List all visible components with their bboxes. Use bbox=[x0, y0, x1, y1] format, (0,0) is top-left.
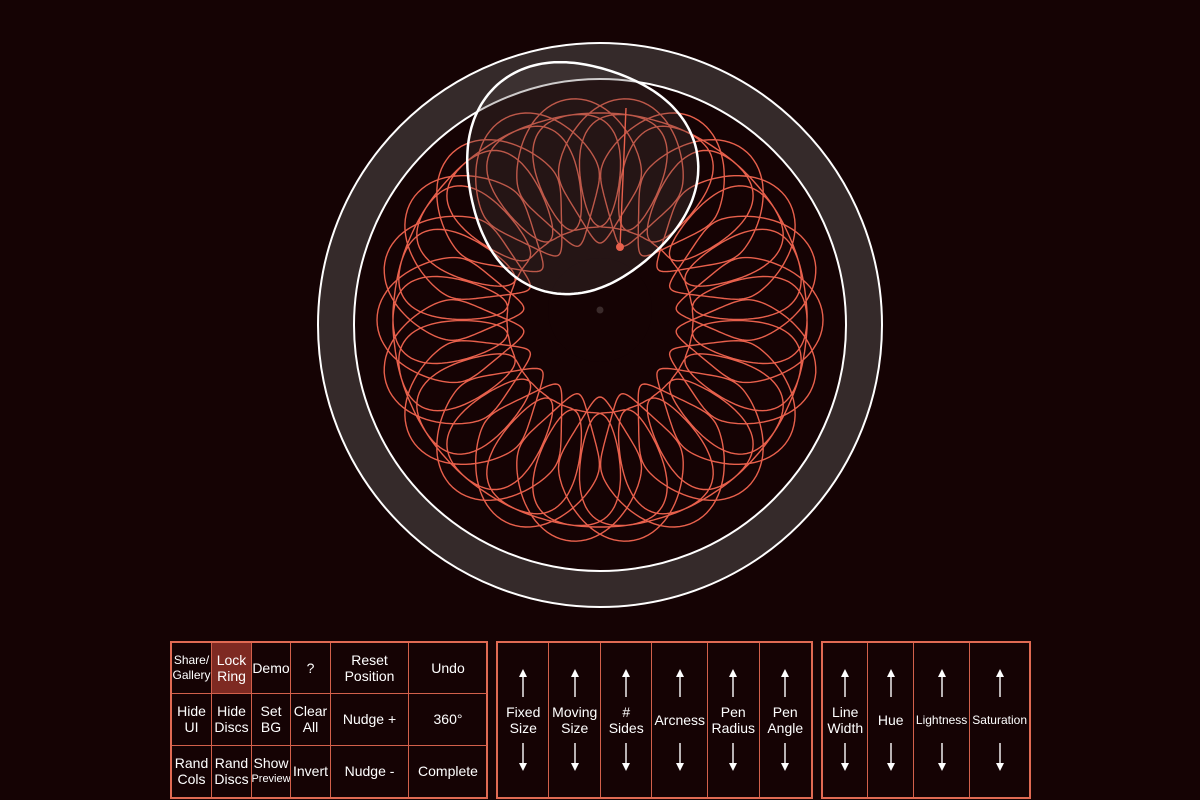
clear-all-button[interactable]: Clear All bbox=[291, 694, 331, 746]
arrow-up-icon bbox=[781, 669, 790, 697]
demo-button[interactable]: Demo bbox=[252, 643, 291, 695]
arrow-up-icon bbox=[841, 669, 850, 697]
arrow-up-icon bbox=[995, 669, 1004, 697]
arrow-up-icon bbox=[937, 669, 946, 697]
pen-angle-label: Pen Angle bbox=[767, 704, 804, 736]
show-preview-button-label: Show bbox=[253, 755, 289, 772]
shape-sliders-panel: Fixed Size Moving Size # Sides Arcness Pen R… bbox=[496, 641, 813, 799]
pen-point[interactable] bbox=[616, 243, 624, 251]
action-buttons-panel: Share/ Gallery Lock Ring Demo? Reset Positi… bbox=[170, 641, 488, 799]
arrow-up-icon bbox=[729, 669, 738, 697]
pen-radius-slider[interactable]: Pen Radius bbox=[708, 643, 760, 797]
arrow-down-icon bbox=[622, 743, 631, 771]
fixed-size-slider[interactable]: Fixed Size bbox=[498, 643, 550, 797]
style-sliders-panel: Line Width Hue Lightness Saturation bbox=[821, 641, 1031, 799]
rand-discs-button[interactable]: Rand Discs bbox=[212, 745, 252, 797]
nudge-minus-button[interactable]: Nudge - bbox=[331, 745, 409, 797]
hue-label: Hue bbox=[877, 712, 904, 728]
arrow-down-icon bbox=[886, 743, 895, 771]
complete-button[interactable]: Complete bbox=[409, 746, 487, 797]
saturation-label: Saturation bbox=[972, 713, 1027, 727]
arrow-up-icon bbox=[886, 669, 895, 697]
lock-ring-button[interactable]: Lock Ring bbox=[212, 643, 252, 695]
hide-ui-button[interactable]: Hide UI bbox=[172, 694, 212, 746]
share-gallery-button[interactable]: Share/ Gallery bbox=[172, 643, 212, 695]
moving-size-label: Moving Size bbox=[552, 704, 598, 736]
reset-position-button[interactable]: Reset Position bbox=[331, 643, 409, 695]
arrow-up-icon bbox=[675, 669, 684, 697]
arrow-down-icon bbox=[937, 743, 946, 771]
line-width-label: Line Width bbox=[827, 704, 864, 736]
show-preview-button[interactable]: Show Preview bbox=[252, 745, 291, 797]
rand-cols-button[interactable]: Rand Cols bbox=[172, 745, 212, 797]
lightness-slider[interactable]: Lightness bbox=[914, 643, 971, 797]
arrow-down-icon bbox=[995, 743, 1004, 771]
line-width-slider[interactable]: Line Width bbox=[823, 643, 869, 797]
canvas-svg[interactable] bbox=[0, 0, 1200, 640]
saturation-slider[interactable]: Saturation bbox=[970, 643, 1029, 797]
arcness-label: Arcness bbox=[654, 712, 706, 728]
arrow-down-icon bbox=[781, 743, 790, 771]
rotate-360-button[interactable]: 360° bbox=[409, 694, 487, 746]
arrow-down-icon bbox=[841, 743, 850, 771]
arrow-down-icon bbox=[570, 743, 579, 771]
sides-slider[interactable]: # Sides bbox=[601, 643, 653, 797]
invert-button[interactable]: Invert bbox=[291, 745, 331, 797]
sides-label: # Sides bbox=[608, 704, 644, 736]
undo-button[interactable]: Undo bbox=[409, 643, 487, 695]
set-bg-button[interactable]: Set BG bbox=[252, 694, 291, 746]
arrow-up-icon bbox=[519, 669, 528, 697]
hide-discs-button[interactable]: Hide Discs bbox=[212, 694, 252, 746]
show-preview-button-sublabel: Preview bbox=[252, 773, 291, 786]
lightness-label: Lightness bbox=[915, 713, 968, 727]
nudge-plus-button[interactable]: Nudge + bbox=[331, 694, 409, 746]
center-point bbox=[596, 306, 604, 314]
hue-slider[interactable]: Hue bbox=[868, 643, 914, 797]
arrow-down-icon bbox=[729, 743, 738, 771]
help-button[interactable]: ? bbox=[291, 643, 331, 695]
fixed-size-label: Fixed Size bbox=[506, 704, 541, 736]
pen-angle-slider[interactable]: Pen Angle bbox=[760, 643, 811, 797]
arcness-slider[interactable]: Arcness bbox=[652, 643, 709, 797]
pen-radius-label: Pen Radius bbox=[711, 704, 756, 736]
drawing-canvas[interactable] bbox=[0, 0, 1200, 640]
moving-size-slider[interactable]: Moving Size bbox=[549, 643, 601, 797]
arrow-up-icon bbox=[622, 669, 631, 697]
arrow-down-icon bbox=[675, 743, 684, 771]
arrow-down-icon bbox=[519, 743, 528, 771]
arrow-up-icon bbox=[570, 669, 579, 697]
